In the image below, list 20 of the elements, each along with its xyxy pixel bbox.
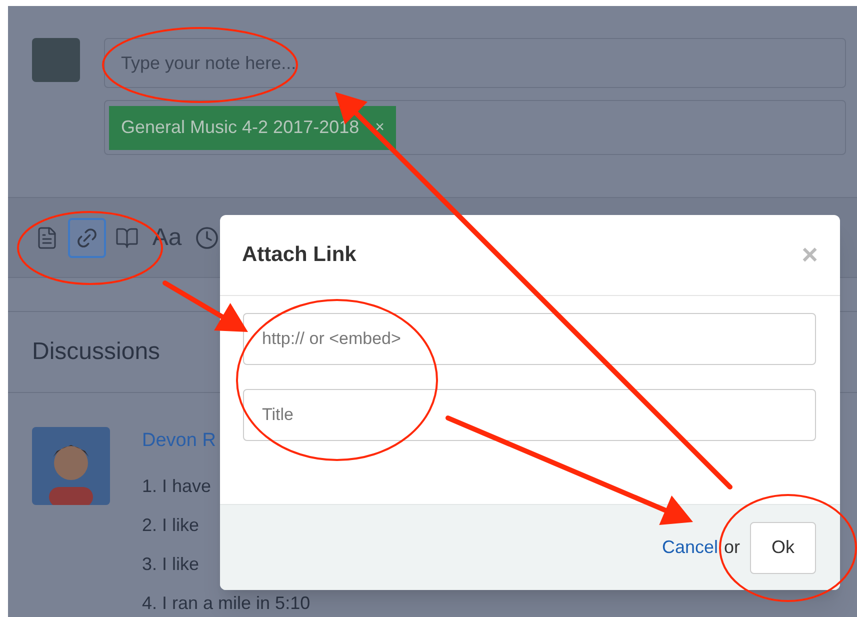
- tag-remove-button[interactable]: ×: [375, 116, 384, 140]
- dialog-input-field[interactable]: http:// or <embed>: [243, 313, 816, 365]
- dialog-title: Attach Link: [242, 242, 356, 268]
- close-button[interactable]: ×: [802, 234, 818, 276]
- tags-field[interactable]: General Music 4-2 2017-2018 ×: [104, 100, 846, 155]
- book-icon: [115, 226, 139, 250]
- avatar-icon: [32, 426, 110, 504]
- tag-label: General Music 4-2 2017-2018: [121, 116, 360, 139]
- discussions-heading: Discussions: [32, 336, 160, 366]
- or-text: or: [724, 536, 740, 559]
- dialog-input-field[interactable]: Title: [243, 389, 816, 441]
- cancel-link[interactable]: Cancel: [662, 534, 718, 561]
- avatar-photo-placeholder: [32, 38, 80, 82]
- post-line: 2. I like: [142, 514, 200, 537]
- note-input-field[interactable]: Type your note here...: [104, 38, 846, 88]
- clock-icon: [195, 226, 219, 250]
- post-line: 3. I like: [142, 553, 200, 576]
- post-line: 1. I have: [142, 475, 212, 498]
- post-line: 4. I ran a mile in 5:10: [142, 592, 310, 615]
- ok-button[interactable]: Ok: [750, 522, 816, 574]
